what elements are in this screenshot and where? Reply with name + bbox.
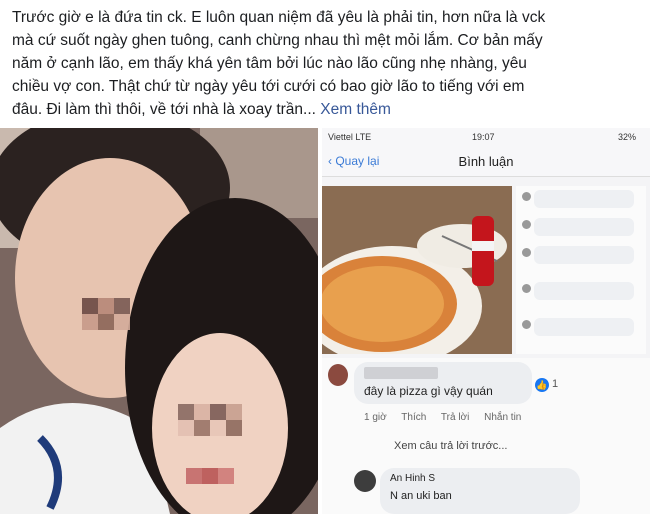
post-line: mà cứ suốt ngày ghen tuông, canh chừng n…	[12, 32, 543, 49]
comment-actions: 1 giờ Thích Trả lời Nhắn tin	[364, 412, 533, 423]
battery-label: 32%	[618, 132, 637, 142]
screen-title: Bình luận	[458, 154, 514, 169]
reply-bubble: An Hinh S N an uki ban	[380, 468, 580, 514]
mini-comment	[522, 318, 640, 342]
like-icon: 👍	[535, 378, 549, 392]
view-previous-replies[interactable]: Xem câu trả lời trước...	[394, 440, 507, 452]
post-line-text: đâu. Đi làm thì thôi, về tới nhà là xoay…	[12, 101, 316, 118]
avatar[interactable]	[354, 470, 376, 492]
clock-label: 19:07	[472, 132, 495, 142]
mini-comment	[522, 246, 640, 270]
avatar[interactable]	[328, 364, 348, 386]
reply-action[interactable]: Trả lời	[441, 412, 469, 423]
comment-age: 1 giờ	[364, 412, 387, 423]
pizza-image	[322, 186, 512, 354]
post-line: năm ở cạnh lão, em thấy khá yên tâm bởi …	[12, 55, 527, 72]
post-line: Trước giờ e là đứa tin ck. E luôn quan n…	[12, 9, 546, 26]
couple-photo[interactable]	[0, 128, 318, 514]
nav-bar: ‹ Quay lại Bình luận	[322, 146, 650, 177]
see-more-link[interactable]: Xem thêm	[320, 101, 391, 118]
comment-screenshot[interactable]: Viettel LTE 19:07 32% ‹ Quay lại Bình lu…	[322, 128, 650, 514]
couple-photo-art	[0, 128, 318, 514]
mini-comment	[522, 218, 640, 242]
post-line: chiều vợ con. Thật chứ từ ngày yêu tới c…	[12, 78, 525, 95]
carrier-label: Viettel LTE	[328, 132, 372, 142]
comment-area: đây là pizza gì vậy quán 👍 1 1 giờ Thích…	[322, 358, 650, 514]
mini-comment	[522, 282, 640, 306]
mini-comment	[522, 190, 640, 214]
pizza-art	[322, 186, 512, 354]
reply-name: An Hinh S	[390, 473, 436, 484]
mini-comment-list	[516, 186, 646, 354]
status-bar: Viettel LTE 19:07 32%	[322, 128, 650, 146]
redacted-name	[364, 367, 438, 379]
post-line-last: đâu. Đi làm thì thôi, về tới nhà là xoay…	[12, 98, 640, 121]
comment-text: đây là pizza gì vậy quán	[364, 384, 493, 398]
like-action[interactable]: Thích	[401, 412, 426, 423]
comment-bubble: đây là pizza gì vậy quán	[354, 362, 532, 404]
reply-text: N an uki ban	[390, 490, 452, 502]
message-action[interactable]: Nhắn tin	[484, 412, 521, 423]
reaction-count: 1	[552, 378, 559, 390]
post-text: Trước giờ e là đứa tin ck. E luôn quan n…	[12, 6, 640, 121]
